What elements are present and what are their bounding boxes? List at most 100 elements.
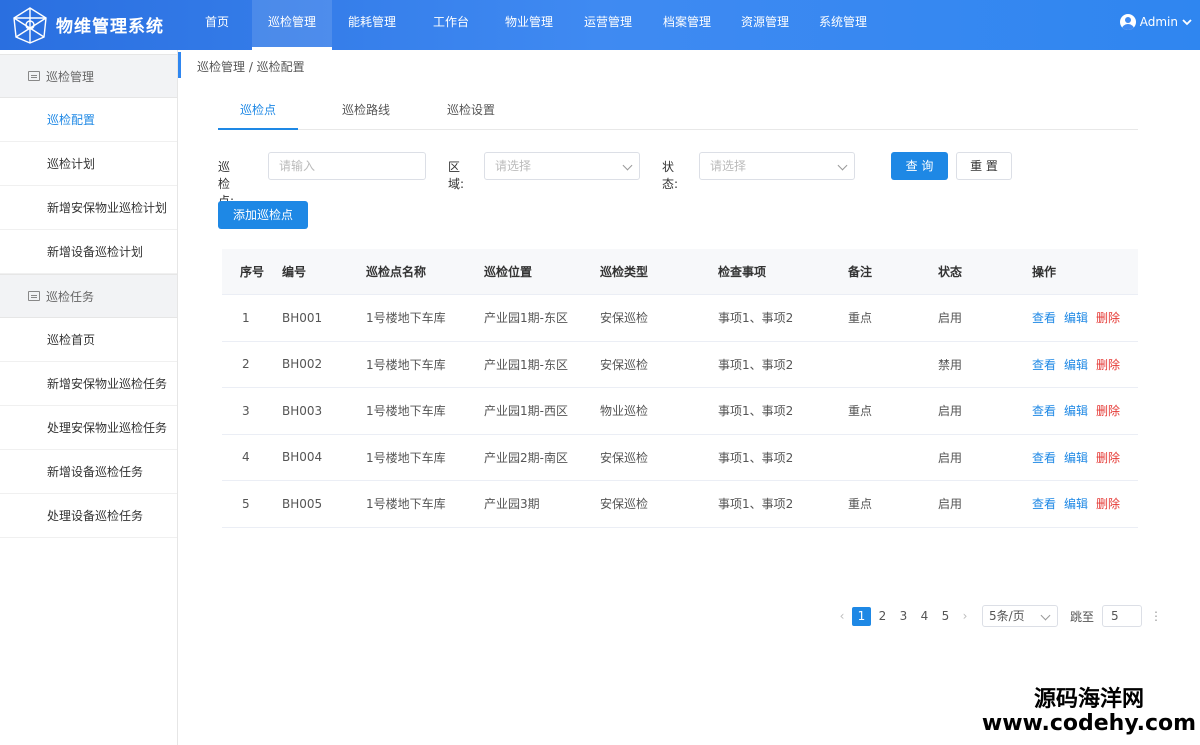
cell-name: 1号楼地下车库 xyxy=(366,311,446,326)
cell-code: BH005 xyxy=(282,496,323,511)
area-select[interactable]: 请选择 xyxy=(484,152,640,180)
col-header-location: 巡检位置 xyxy=(484,265,533,279)
more-icon: ⋮ xyxy=(1150,609,1163,623)
cell-actions: 查看 编辑 删除 xyxy=(1032,435,1128,481)
sidebar-item-handle-security-task[interactable]: 处理安保物业巡检任务 xyxy=(0,406,177,450)
delete-link[interactable]: 删除 xyxy=(1096,495,1120,512)
add-inspection-point-button[interactable]: 添加巡检点 xyxy=(218,201,308,229)
nav-archives[interactable]: 档案管理 xyxy=(648,0,726,50)
cell-code: BH002 xyxy=(282,357,323,372)
menu-icon xyxy=(28,71,40,81)
page-button[interactable]: 2 xyxy=(873,607,892,626)
cell-code: BH001 xyxy=(282,310,323,325)
tab-inspection-settings[interactable]: 巡检设置 xyxy=(431,98,511,130)
nav-operations[interactable]: 运营管理 xyxy=(568,0,648,50)
cell-index: 3 xyxy=(242,403,250,418)
cell-status: 启用 xyxy=(938,404,963,419)
cell-items: 事项1、事项2 xyxy=(718,404,794,419)
delete-link[interactable]: 删除 xyxy=(1096,449,1120,466)
edit-link[interactable]: 编辑 xyxy=(1064,309,1088,326)
chevron-left-icon[interactable]: ‹ xyxy=(833,609,851,623)
delete-link[interactable]: 删除 xyxy=(1096,402,1120,419)
delete-link[interactable]: 删除 xyxy=(1096,356,1120,373)
area-select-placeholder: 请选择 xyxy=(495,159,532,173)
nav-home[interactable]: 首页 xyxy=(182,0,252,50)
tab-bar: 巡检点 巡检路线 巡检设置 xyxy=(218,98,1138,130)
cell-items: 事项1、事项2 xyxy=(718,450,794,465)
cell-remark: 重点 xyxy=(848,311,873,326)
app-title: 物维管理系统 xyxy=(56,17,164,37)
nav-property[interactable]: 物业管理 xyxy=(490,0,568,50)
tab-inspection-points[interactable]: 巡检点 xyxy=(218,98,298,130)
sidebar-item-inspection-home[interactable]: 巡检首页 xyxy=(0,318,177,362)
cell-items: 事项1、事项2 xyxy=(718,311,794,326)
delete-link[interactable]: 删除 xyxy=(1096,309,1120,326)
col-header-index: 序号 xyxy=(240,265,265,279)
status-filter-label: 状态: xyxy=(662,160,679,191)
sidebar-group-inspection-tasks[interactable]: 巡检任务 xyxy=(0,274,177,318)
nav-inspection[interactable]: 巡检管理 xyxy=(252,0,332,50)
watermark-title: 源码海洋网 xyxy=(1033,687,1144,712)
view-link[interactable]: 查看 xyxy=(1032,402,1056,419)
page-button[interactable]: 3 xyxy=(894,607,913,626)
cell-type: 物业巡检 xyxy=(600,404,649,419)
table-row: 2 BH002 1号楼地下车库 产业园1期-东区 安保巡检 事项1、事项2 禁用… xyxy=(222,342,1138,388)
view-link[interactable]: 查看 xyxy=(1032,309,1056,326)
reset-button[interactable]: 重 置 xyxy=(956,152,1012,180)
sidebar-item-add-security-task[interactable]: 新增安保物业巡检任务 xyxy=(0,362,177,406)
cell-status: 禁用 xyxy=(938,357,963,372)
col-header-remark: 备注 xyxy=(848,265,873,279)
edit-link[interactable]: 编辑 xyxy=(1064,356,1088,373)
breadcrumb: 巡检管理 / 巡检配置 xyxy=(197,60,305,74)
main-content: 巡检管理 / 巡检配置 巡检点 巡检路线 巡检设置 巡检点: 请输入 区域: 请… xyxy=(178,50,1200,745)
nav-workbench[interactable]: 工作台 xyxy=(412,0,490,50)
menu-icon xyxy=(28,291,40,301)
table-row: 4 BH004 1号楼地下车库 产业园2期-南区 安保巡检 事项1、事项2 启用… xyxy=(222,435,1138,481)
nav-energy[interactable]: 能耗管理 xyxy=(332,0,412,50)
sidebar-item-inspection-plan[interactable]: 巡检计划 xyxy=(0,142,177,186)
table-row: 3 BH003 1号楼地下车库 产业园1期-西区 物业巡检 事项1、事项2 重点… xyxy=(222,388,1138,435)
sidebar-item-inspection-config[interactable]: 巡检配置 xyxy=(0,98,177,142)
chevron-right-icon[interactable]: › xyxy=(956,609,974,623)
view-link[interactable]: 查看 xyxy=(1032,495,1056,512)
user-menu[interactable]: Admin xyxy=(1119,14,1192,30)
page-button[interactable]: 5 xyxy=(936,607,955,626)
tab-inspection-routes[interactable]: 巡检路线 xyxy=(326,98,406,130)
sidebar: 巡检管理 巡检配置 巡检计划 新增安保物业巡检计划 新增设备巡检计划 巡检任务 … xyxy=(0,50,178,745)
point-search-input[interactable]: 请输入 xyxy=(268,152,426,180)
status-select[interactable]: 请选择 xyxy=(699,152,855,180)
nav-system[interactable]: 系统管理 xyxy=(804,0,882,50)
cell-type: 安保巡检 xyxy=(600,450,649,465)
cell-location: 产业园2期-南区 xyxy=(484,450,568,465)
sidebar-item-handle-device-task[interactable]: 处理设备巡检任务 xyxy=(0,494,177,538)
sidebar-group-inspection-management[interactable]: 巡检管理 xyxy=(0,54,177,98)
col-header-items: 检查事项 xyxy=(718,265,767,279)
page-size-select[interactable]: 5条/页 xyxy=(982,605,1058,627)
page-button[interactable]: 4 xyxy=(915,607,934,626)
search-button[interactable]: 查 询 xyxy=(891,152,948,180)
cell-name: 1号楼地下车库 xyxy=(366,450,446,465)
edit-link[interactable]: 编辑 xyxy=(1064,449,1088,466)
jump-page-input[interactable]: 5 xyxy=(1102,605,1143,627)
view-link[interactable]: 查看 xyxy=(1032,449,1056,466)
cell-actions: 查看 编辑 删除 xyxy=(1032,388,1128,434)
sidebar-item-add-device-task[interactable]: 新增设备巡检任务 xyxy=(0,450,177,494)
col-header-name: 巡检点名称 xyxy=(366,265,427,279)
cell-remark: 重点 xyxy=(848,497,873,512)
page-button[interactable]: 1 xyxy=(852,606,871,626)
nav-resources[interactable]: 资源管理 xyxy=(726,0,804,50)
edit-link[interactable]: 编辑 xyxy=(1064,402,1088,419)
table-header: 序号 编号 巡检点名称 巡检位置 巡检类型 检查事项 备注 状态 操作 xyxy=(222,249,1138,295)
cell-name: 1号楼地下车库 xyxy=(366,357,446,372)
cell-status: 启用 xyxy=(938,311,963,326)
cell-actions: 查看 编辑 删除 xyxy=(1032,295,1128,341)
jump-label: 跳至 xyxy=(1070,609,1095,624)
sidebar-item-add-device-plan[interactable]: 新增设备巡检计划 xyxy=(0,230,177,274)
col-header-actions: 操作 xyxy=(1032,265,1057,279)
sidebar-item-add-security-plan[interactable]: 新增安保物业巡检计划 xyxy=(0,186,177,230)
cell-actions: 查看 编辑 删除 xyxy=(1032,342,1128,388)
edit-link[interactable]: 编辑 xyxy=(1064,495,1088,512)
pagination: ‹ 1 2 3 4 5 › 5条/页 跳至 5 ⋮ xyxy=(833,605,1162,627)
cell-remark: 重点 xyxy=(848,404,873,419)
view-link[interactable]: 查看 xyxy=(1032,356,1056,373)
